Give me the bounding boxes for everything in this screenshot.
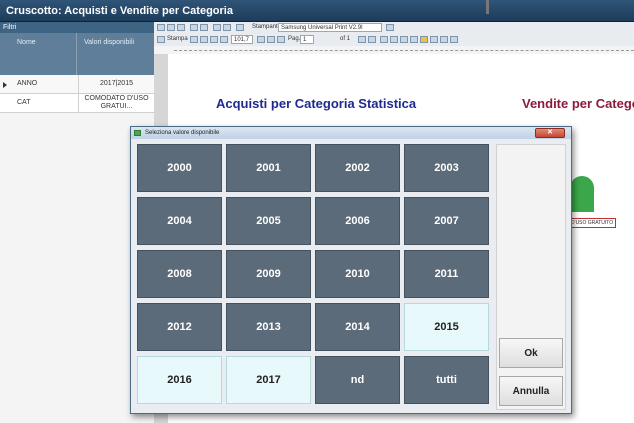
view-double-icon[interactable] xyxy=(390,36,398,43)
page-field[interactable]: 1 xyxy=(300,35,314,44)
window-title: Cruscotto: Acquisti e Vendite per Catego… xyxy=(6,5,233,17)
print-icon[interactable] xyxy=(157,36,165,43)
undo-icon[interactable] xyxy=(190,24,198,31)
value-tile-2017[interactable]: 2017 xyxy=(226,356,311,404)
gauge-chart xyxy=(570,176,594,212)
view-single-icon[interactable] xyxy=(380,36,388,43)
app-root: Cruscotto: Acquisti e Vendite per Catego… xyxy=(0,0,634,423)
page-setup-icon[interactable] xyxy=(200,36,208,43)
window-frame-divider xyxy=(486,0,489,14)
report-title-purchases: Acquisti per Categoria Statistica xyxy=(216,96,417,111)
value-tile-2011[interactable]: 2011 xyxy=(404,250,489,298)
fit-page-icon[interactable] xyxy=(277,36,285,43)
value-grid: 2000 2001 2002 2003 2004 2005 2006 2007 2008 2009… xyxy=(137,144,493,410)
view-multi-icon[interactable] xyxy=(400,36,408,43)
row-selector-icon xyxy=(3,82,7,88)
cancel-button[interactable]: Annulla xyxy=(499,376,563,406)
dialog-title: Seleziona valore disponibile xyxy=(145,130,220,136)
value-tile-tutti[interactable]: tutti xyxy=(404,356,489,404)
prev-page-icon[interactable] xyxy=(358,36,366,43)
zoom-out-icon[interactable] xyxy=(267,36,275,43)
ruler-ticks xyxy=(174,50,634,52)
close-preview-icon[interactable] xyxy=(167,24,175,31)
fullscreen-icon[interactable] xyxy=(450,36,458,43)
page-count: of 1 xyxy=(340,36,351,42)
value-tile-2016[interactable]: 2016 xyxy=(137,356,222,404)
next-page-icon[interactable] xyxy=(368,36,376,43)
save-icon[interactable] xyxy=(190,36,198,43)
copy-icon[interactable] xyxy=(177,24,185,31)
margins-icon[interactable] xyxy=(210,36,218,43)
gauge-label: D'USO GRATUITO xyxy=(568,218,617,228)
highlight-icon[interactable] xyxy=(420,36,428,43)
value-tile-2007[interactable]: 2007 xyxy=(404,197,489,245)
value-tile-2014[interactable]: 2014 xyxy=(315,303,400,351)
redo-icon[interactable] xyxy=(200,24,208,31)
cut-icon[interactable] xyxy=(213,24,221,31)
find-icon[interactable] xyxy=(440,36,448,43)
filter-row-cat[interactable]: CAT COMODATO D'USO GRATUI... xyxy=(0,94,154,113)
filter-caption: Filtri xyxy=(0,22,154,33)
page-label: Pag. xyxy=(288,36,301,42)
value-tile-2006[interactable]: 2006 xyxy=(315,197,400,245)
select-value-dialog: Seleziona valore disponibile ✕ 2000 2001 2… xyxy=(130,126,572,414)
printer-select[interactable]: Samsung Universal Print V2.9I xyxy=(278,23,382,32)
printer-label: Stampante xyxy=(252,24,282,30)
bookmark-icon[interactable] xyxy=(430,36,438,43)
value-tile-2004[interactable]: 2004 xyxy=(137,197,222,245)
zoom-icon[interactable] xyxy=(220,36,228,43)
value-tile-2013[interactable]: 2013 xyxy=(226,303,311,351)
print-label[interactable]: Stampa xyxy=(167,36,188,42)
chevron-down-icon[interactable] xyxy=(386,24,394,31)
zoom-in-icon[interactable] xyxy=(257,36,265,43)
filter-col-divider xyxy=(76,33,77,75)
value-tile-2008[interactable]: 2008 xyxy=(137,250,222,298)
value-tile-2010[interactable]: 2010 xyxy=(315,250,400,298)
report-title-sales: Vendite per Catego xyxy=(522,96,634,111)
ok-button[interactable]: Ok xyxy=(499,338,563,368)
value-tile-2001[interactable]: 2001 xyxy=(226,144,311,192)
filter-value[interactable]: 2017|2015 xyxy=(78,75,154,93)
value-tile-2005[interactable]: 2005 xyxy=(226,197,311,245)
value-tile-2009[interactable]: 2009 xyxy=(226,250,311,298)
thumbnails-icon[interactable] xyxy=(410,36,418,43)
dialog-actions: Ok Annulla xyxy=(496,144,566,410)
dialog-title-bar: Seleziona valore disponibile ✕ xyxy=(131,127,571,139)
filter-value[interactable]: COMODATO D'USO GRATUI... xyxy=(78,94,154,112)
zoom-field[interactable]: 101,7 xyxy=(231,35,253,44)
value-tile-nd[interactable]: nd xyxy=(315,356,400,404)
value-tile-2003[interactable]: 2003 xyxy=(404,144,489,192)
settings-icon[interactable] xyxy=(236,24,244,31)
filter-col-name: Nome xyxy=(17,39,36,46)
filter-row-anno[interactable]: ANNO 2017|2015 xyxy=(0,75,154,94)
value-tile-2002[interactable]: 2002 xyxy=(315,144,400,192)
close-button[interactable]: ✕ xyxy=(535,128,565,138)
value-tile-2015[interactable]: 2015 xyxy=(404,303,489,351)
filter-col-values: Valori disponibili xyxy=(84,39,135,46)
filter-header: Nome Valori disponibili xyxy=(0,33,154,75)
window-title-bar: Cruscotto: Acquisti e Vendite per Catego… xyxy=(0,0,634,22)
export-icon[interactable] xyxy=(157,24,165,31)
filter-name: ANNO xyxy=(17,80,38,87)
filter-name: CAT xyxy=(17,99,31,106)
app-icon xyxy=(134,130,141,136)
value-tile-2012[interactable]: 2012 xyxy=(137,303,222,351)
value-tile-2000[interactable]: 2000 xyxy=(137,144,222,192)
paste-icon[interactable] xyxy=(223,24,231,31)
